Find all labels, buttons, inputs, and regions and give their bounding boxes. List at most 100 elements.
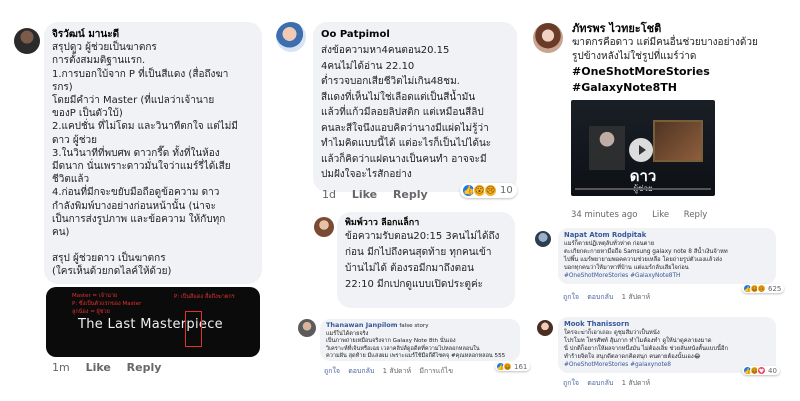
avatar-c7[interactable] (537, 320, 553, 336)
reaction-count: 10 (500, 185, 513, 196)
sad-reaction-icon: 😢 (757, 284, 766, 293)
text-line: ใครจะฆ่าก็เอาเถอะ ดูชุมสีมว่าเป็นหนัง (564, 329, 660, 336)
text-line: รูปข้างหลังไม่ใช่รูปที่แมร์ว่าด (572, 51, 697, 62)
comment-bubble-c4: Thanawan Janpilom false story แมร์ใน่ได้… (320, 319, 520, 361)
comment-author[interactable]: Mook Thanissorn (564, 320, 770, 329)
reactions-c7[interactable]: 👍 😆 ♥ 40 (742, 366, 780, 375)
image-caption: P: เป็นสีแดง สื่อถึงฆาตกร (174, 294, 235, 300)
text-line (52, 239, 254, 252)
comment-author[interactable]: ภัทรพร ไวทยะโชติ (572, 22, 782, 36)
comment-bubble-c2: Oo Patpimol ส่งข้อความหา4คนตอน20.15 4คนไ… (313, 22, 517, 192)
text-line: 4คนไม่ได้อ่าน 22.10 (321, 60, 415, 72)
like-link[interactable]: ถูกใจ (563, 379, 579, 387)
comment-time: 34 minutes ago (571, 210, 638, 220)
video-progress-bar[interactable] (575, 188, 711, 190)
comment-author[interactable]: Oo Patpimol (321, 28, 509, 41)
comment-bubble-c6: Napat Atom Rodpitak แมร์ก็ตายปฏิเหตุลับท… (558, 228, 776, 284)
text-line: ทำร้ายจิตใจ สนุกดีตลาดกคิดสนุก คนตายต้อง… (564, 353, 701, 360)
reaction-count: 625 (768, 284, 782, 293)
like-link[interactable]: Like (352, 188, 377, 201)
comment-time: 1 สัปดาห์ (621, 293, 651, 301)
comment-time: 1 สัปดาห์ (621, 379, 651, 387)
text-line: มีดนาก นั่นเพราะดาวมั่นใจว่าแมร์รี่ได้เส… (52, 161, 231, 173)
like-link[interactable]: Like (652, 210, 669, 220)
reply-link[interactable]: Reply (393, 188, 428, 201)
edited-label: มีการแก้ไข (419, 367, 453, 375)
image-caption: ลูกน้อง = ผู้ช่วย (72, 309, 110, 315)
avatar-c5[interactable] (533, 23, 563, 53)
hashtag-link[interactable]: #OneShotMoreStories (572, 64, 782, 80)
comment-actions-c1: 1m Like Reply (52, 361, 173, 374)
text-line: 22:10 มีกเปกดูแบบเปิดประตูค่ะ (345, 279, 484, 290)
text-line: ของP เป็นตัวใบ้) (52, 108, 123, 120)
text-line: ส่งข้อความหา4คนตอน20.15 (321, 45, 450, 56)
text-line: บ้านไม่ได้ ต้องรอมีกมาถึงตอน (345, 263, 475, 274)
comment-text: สรุปดูว ผู้ช่วยเป็นฆาตกร การตั้งสมมติฐาน… (52, 41, 254, 278)
reply-link[interactable]: Reply (684, 210, 708, 220)
comment-author[interactable]: Thanawan Janpilom (326, 321, 398, 329)
text-line: ข้อความรับตอน20:15 3คนไม่ได้ถึง (345, 231, 500, 242)
reply-link[interactable]: ตอบกลับ (348, 367, 374, 375)
play-icon[interactable] (629, 138, 653, 162)
sad-reaction-icon: 😢 (484, 184, 497, 197)
reactions-c6[interactable]: 👍 😆 😢 625 (742, 284, 785, 293)
hashtag-link[interactable]: #OneShotMoreStories #GalaxyNote8TH (564, 272, 770, 280)
comment-actions-c6: ถูกใจ ตอบกลับ 1 สัปดาห์ (563, 292, 656, 303)
avatar-c1[interactable] (14, 28, 40, 54)
text-line: (ใครเห็นด้วยกดไลค์ให้ด้วย) (52, 266, 172, 278)
comment-actions-c2: 1d Like Reply (322, 188, 440, 201)
comment-bubble-c3: พิมพ์วาว ลีอกแล็กา ข้อความรับตอน20:15 3ค… (337, 212, 515, 308)
haha-reaction-icon: 😆 (503, 362, 512, 371)
text-line: ต่ำรวจบอกเสียชีวิตไม่เกิน48ชม. (321, 76, 460, 87)
text-line: กำลังพิมพ์บางอย่างก่อนหน้านั้น (น่าจะ (52, 200, 217, 212)
text-line: สรุปดูว ผู้ช่วยเป็นฆาตกร (52, 42, 157, 54)
image-caption: Master = เจ้านาย (72, 293, 118, 299)
like-link[interactable]: ถูกใจ (563, 293, 579, 301)
attached-image-the-last-masterpiece[interactable]: Master = เจ้านาย P: ซึ่งเป็นตัวแรกของ Ma… (46, 287, 260, 357)
text-line: สีแดงที่เห็นไม่ใช่เลือดแต่เป็นสีน้ำมัน (321, 91, 476, 103)
text-line: ปมฝังใจอะไรสักอย่าง (321, 169, 412, 180)
text-line: เป็นการส่งรูปภาพ และข้อความ ให้กับทุก (52, 213, 226, 225)
text-line: โดยมีคำว่า Master (ที่แปลว่าเจ้านาย (52, 95, 215, 107)
reply-link[interactable]: ตอบกลับ (587, 379, 613, 387)
comment-time: 1d (322, 188, 336, 201)
avatar-c4[interactable] (298, 319, 316, 337)
text-line: โปรโมท โทรศัพท์ สุ้มภาก ทำไมต้องทำ ดูให้… (564, 337, 712, 344)
heart-reaction-icon: ♥ (757, 366, 766, 375)
reply-link[interactable]: ตอบกลับ (587, 293, 613, 301)
text-line: ฆาตกรคือดาว แต่มีคนอื่นช่วยบางอย่างด้วย (572, 37, 758, 48)
avatar-c6[interactable] (535, 231, 551, 247)
video-thumbnail[interactable]: ดาว ผู้ช่วย (571, 100, 715, 196)
comment-actions-c7: ถูกใจ ตอบกลับ 1 สัปดาห์ (563, 378, 656, 389)
like-link[interactable]: Like (86, 361, 111, 374)
text-line: นี่ ปกติก็อยากให้ผลจากหนึ่งมัน ไม่ต้องเล… (564, 345, 728, 352)
text-line: ดาว ผู้ช่วย (52, 134, 98, 146)
hashtag-link[interactable]: #GalaxyNote8TH (572, 80, 782, 96)
avatar-c3[interactable] (314, 217, 334, 237)
comment-author[interactable]: Napat Atom Rodpitak (564, 231, 770, 240)
comment-tag: false story (399, 323, 429, 329)
comment-author[interactable]: พิมพ์วาว ลีอกแล็กา (345, 217, 507, 229)
comment-c5: ภัทรพร ไวทยะโชติ ฆาตกรคือดาว แต่มีคนอื่น… (572, 22, 782, 96)
text-line: 4.ก่อนที่มีกจะขยับมือถือดูข้อความ ดาว (52, 187, 220, 199)
text-line: ไปพิ้น แมร์พยายามพอคความช่วยเหลือ โดยถ่า… (564, 256, 722, 263)
avatar-c2[interactable] (276, 22, 306, 52)
text-line: สรุป ผู้ช่วยดาว เป็นฆาตกร (52, 253, 166, 265)
text-line: การตั้งสมมติฐานแรก. (52, 55, 146, 67)
text-line: คนละสีใจนึงแอบคิดว่านางมีแผ่ดไม่รู้ว่า (321, 122, 489, 134)
text-line: ก่อน มีกไปถึงคนสุดท้าย ทุกคนเข้า (345, 247, 492, 258)
like-link[interactable]: ถูกใจ (324, 367, 340, 375)
comment-actions-c5: 34 minutes ago Like Reply (571, 210, 719, 220)
comment-time: 1 สัปดาห์ (382, 367, 412, 375)
reactions-c2[interactable]: 👍 😮 😢 10 (460, 183, 517, 198)
red-box (185, 311, 202, 347)
text-line: รกร) (52, 81, 73, 93)
text-line: เป็นภาพถ่ายเหมือนจริงจาก Galaxy Note 8th… (326, 338, 456, 345)
text-line: แมร์ก็ตายปฏิเหตุลับทั่วห่าต ก่อนตาย (564, 240, 655, 247)
comment-author[interactable]: จิรวัฒน์ มานะดี (52, 28, 254, 41)
text-line: แล้วที่แก้วมีลอยลิปสติก แต่เหมือนสีลิป (321, 107, 484, 118)
comment-bubble-c7: Mook Thanissorn ใครจะฆ่าก็เอาเถอะ ดูชุมส… (558, 317, 776, 373)
reactions-c4[interactable]: 👍 😆 161 (495, 362, 531, 371)
hashtag-link[interactable]: #OneShotMoreStories #galaxynote8 (564, 361, 770, 369)
reply-link[interactable]: Reply (127, 361, 162, 374)
